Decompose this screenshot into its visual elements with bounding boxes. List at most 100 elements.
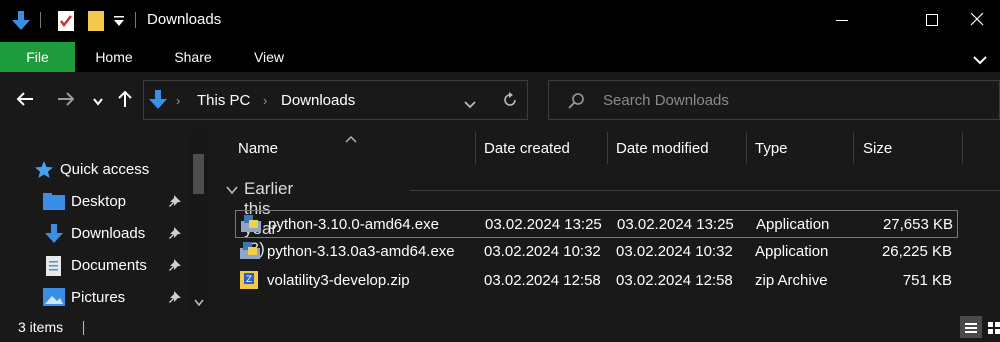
details-view-icon — [965, 321, 977, 338]
tab-label: View — [253, 49, 285, 65]
file-size: 751 KB — [902, 272, 952, 289]
table-row[interactable]: python-3.10.0-amd64.exe 03.02.2024 13:25… — [235, 210, 958, 238]
details-view-button[interactable] — [960, 316, 982, 338]
maximize-icon — [926, 13, 938, 30]
pin-icon[interactable] — [168, 258, 182, 276]
forward-button[interactable] — [55, 90, 77, 112]
sidebar-item-documents[interactable]: Documents — [0, 251, 190, 279]
status-bar: 3 items — [0, 312, 1000, 342]
properties-icon[interactable] — [57, 10, 75, 36]
desktop-folder-icon — [43, 193, 65, 215]
column-label: Date created — [484, 140, 570, 157]
minimize-button[interactable] — [819, 0, 865, 42]
address-bar[interactable]: › This PC › Downloads — [143, 80, 528, 120]
file-date-modified: 03.02.2024 12:58 — [616, 272, 733, 289]
back-arrow-icon — [16, 91, 34, 111]
column-divider[interactable] — [962, 132, 963, 164]
large-icons-view-icon — [988, 321, 1000, 338]
breadcrumb-separator: › — [176, 93, 181, 108]
column-label: Type — [755, 140, 788, 157]
sidebar-item-label: Pictures — [71, 289, 126, 306]
documents-icon — [45, 255, 63, 281]
file-date-created: 03.02.2024 10:32 — [484, 243, 601, 260]
sidebar-item-downloads[interactable]: Downloads — [0, 219, 190, 247]
tab-file[interactable]: File — [0, 42, 75, 72]
download-arrow-icon — [148, 89, 168, 115]
ribbon-tabs: File Home Share View — [0, 42, 1000, 72]
column-header-size[interactable]: Size — [854, 130, 962, 166]
file-date-modified: 03.02.2024 13:25 — [617, 216, 734, 233]
table-row[interactable]: Z volatility3-develop.zip 03.02.2024 12:… — [235, 267, 958, 295]
chevron-down-icon — [226, 182, 238, 199]
close-button[interactable] — [954, 0, 1000, 42]
search-field[interactable]: Search Downloads — [548, 80, 1000, 120]
file-size: 26,225 KB — [881, 243, 952, 260]
zip-archive-icon: Z — [240, 271, 258, 293]
maximize-button[interactable] — [909, 0, 955, 42]
up-arrow-icon — [117, 90, 133, 112]
python-installer-icon — [240, 242, 260, 264]
address-row: › This PC › Downloads Search Downloads — [0, 72, 1000, 130]
title-bar: Downloads — [0, 0, 1000, 42]
tab-label: File — [26, 49, 49, 65]
breadcrumb-this-pc[interactable]: This PC — [197, 92, 250, 109]
column-header-date-created[interactable]: Date created — [476, 130, 608, 166]
search-icon — [568, 92, 586, 114]
address-dropdown-icon[interactable] — [464, 96, 476, 113]
recent-locations-button[interactable] — [87, 90, 109, 112]
tab-share[interactable]: Share — [163, 42, 223, 72]
close-icon — [970, 12, 984, 30]
scrollbar-thumb[interactable] — [193, 154, 204, 194]
tab-home[interactable]: Home — [85, 42, 143, 72]
item-count: 3 items — [18, 319, 64, 335]
tab-view[interactable]: View — [242, 42, 296, 72]
customize-toolbar-icon[interactable] — [113, 14, 125, 31]
sidebar-item-quick-access[interactable]: Quick access — [0, 155, 190, 183]
file-type: zip Archive — [755, 272, 828, 289]
column-header-name[interactable]: Name — [226, 130, 476, 166]
file-name: python-3.10.0-amd64.exe — [268, 216, 439, 233]
python-installer-icon — [241, 215, 261, 237]
column-label: Size — [863, 140, 893, 157]
scroll-down-icon[interactable] — [194, 294, 204, 311]
file-date-created: 03.02.2024 13:25 — [485, 216, 602, 233]
up-button[interactable] — [114, 90, 136, 112]
pin-icon[interactable] — [168, 226, 182, 244]
minimize-icon — [836, 13, 848, 30]
window-title: Downloads — [147, 11, 222, 28]
title-separator — [135, 12, 136, 28]
download-arrow-icon — [10, 10, 32, 36]
sidebar-item-label: Quick access — [60, 161, 150, 178]
pin-icon[interactable] — [168, 290, 182, 308]
column-label: Name — [238, 140, 279, 157]
sidebar-item-pictures[interactable]: Pictures — [0, 283, 190, 311]
forward-arrow-icon — [57, 91, 75, 111]
tab-label: Home — [95, 49, 133, 65]
group-divider — [410, 190, 1000, 191]
breadcrumb-separator: › — [263, 93, 268, 108]
navigation-scrollbar[interactable] — [190, 130, 208, 312]
search-placeholder: Search Downloads — [603, 92, 729, 109]
sidebar-item-label: Downloads — [71, 225, 146, 242]
column-header-date-modified[interactable]: Date modified — [608, 130, 746, 166]
sidebar-item-desktop[interactable]: Desktop — [0, 187, 190, 215]
large-icons-view-button[interactable] — [984, 316, 1000, 338]
file-type: Application — [756, 216, 830, 233]
status-separator — [83, 321, 84, 335]
refresh-icon[interactable] — [502, 92, 518, 112]
column-header-type[interactable]: Type — [747, 130, 853, 166]
file-list: Name Date created Date modified Type Siz… — [212, 130, 1000, 312]
sidebar-item-label: Desktop — [71, 193, 127, 210]
expand-ribbon-icon[interactable] — [973, 52, 987, 69]
file-date-created: 03.02.2024 12:58 — [484, 272, 601, 289]
table-row[interactable]: python-3.13.0a3-amd64.exe 03.02.2024 10:… — [235, 238, 958, 266]
sidebar-item-label: Documents — [71, 257, 147, 274]
file-date-modified: 03.02.2024 10:32 — [616, 243, 733, 260]
breadcrumb-downloads[interactable]: Downloads — [281, 92, 355, 109]
title-separator — [40, 12, 41, 28]
back-button[interactable] — [14, 90, 36, 112]
file-size: 27,653 KB — [882, 216, 953, 233]
column-label: Date modified — [616, 140, 709, 157]
new-folder-icon[interactable] — [87, 10, 105, 36]
pin-icon[interactable] — [168, 194, 182, 212]
